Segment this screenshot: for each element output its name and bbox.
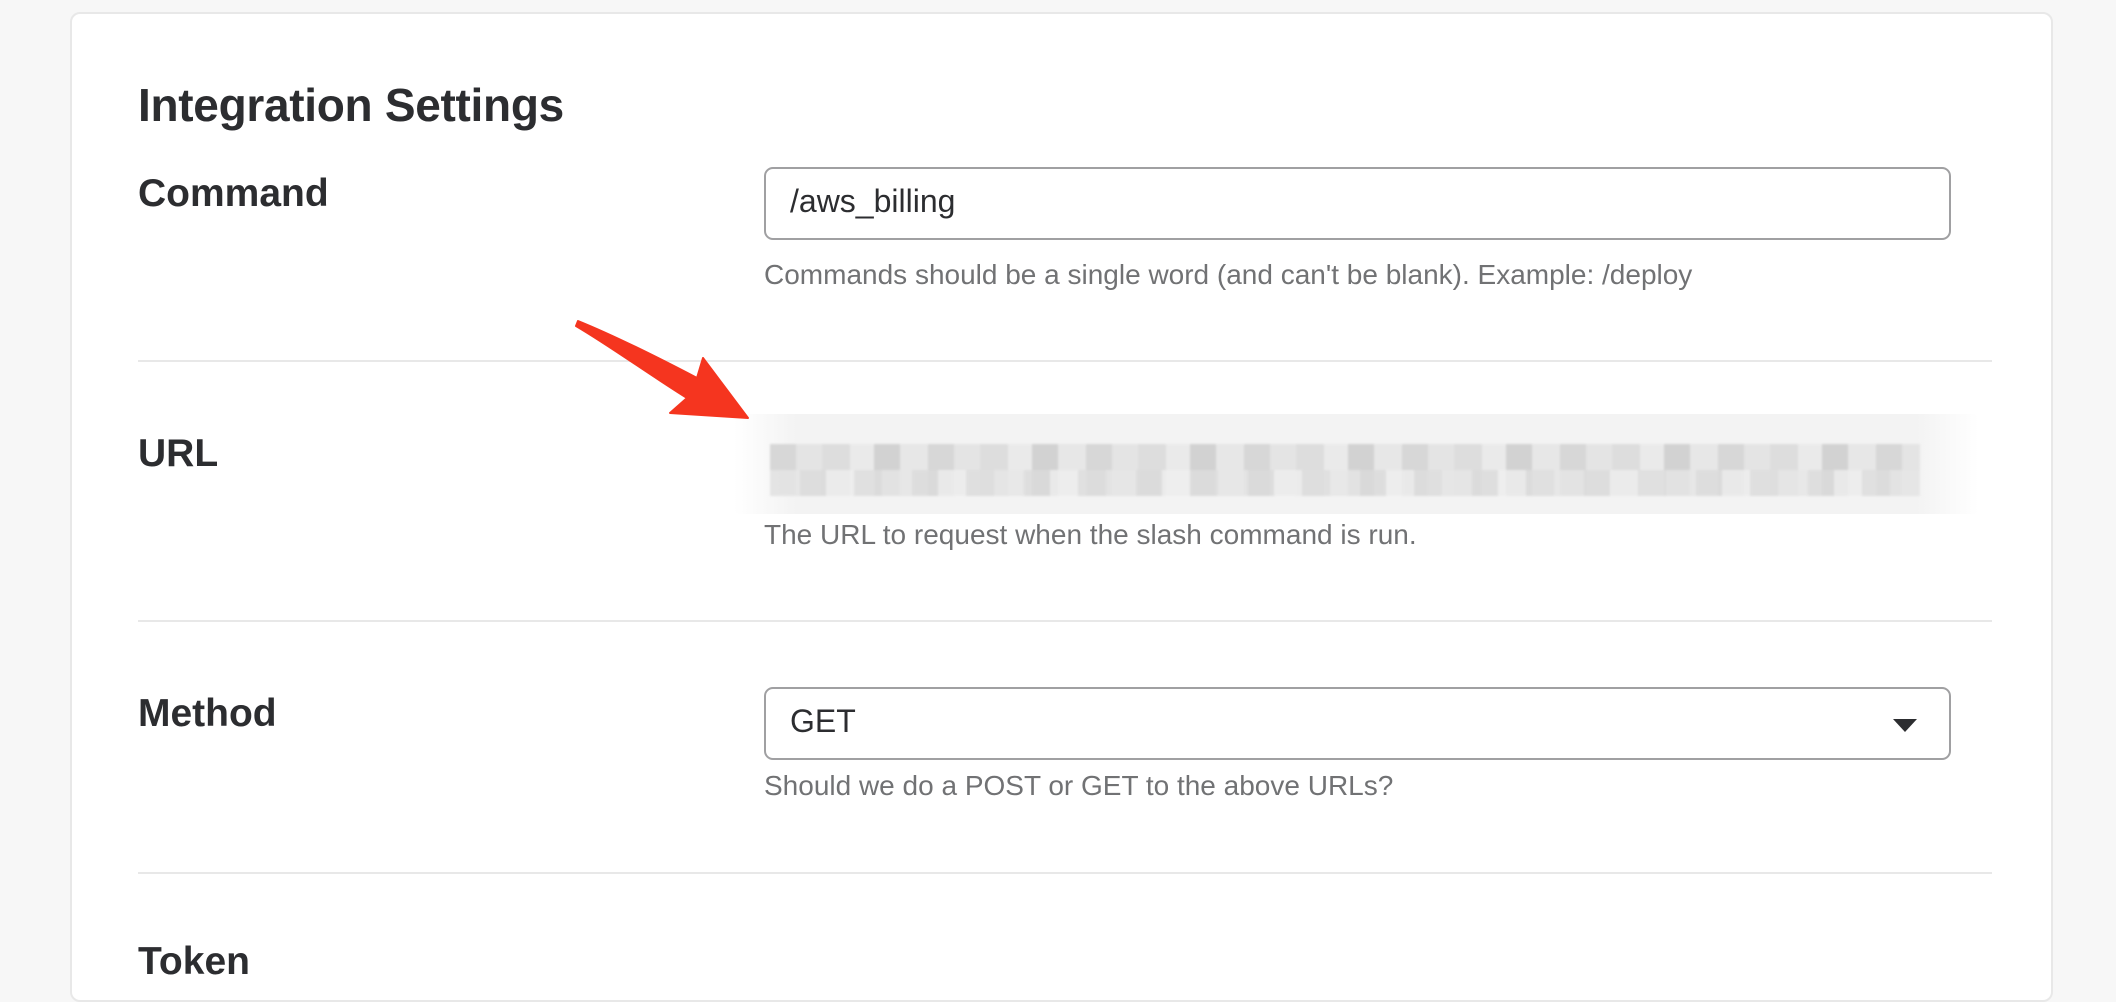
command-input[interactable]: /aws_billing (764, 167, 1951, 240)
command-help-text: Commands should be a single word (and ca… (764, 259, 1693, 290)
url-help-text: The URL to request when the slash comman… (764, 519, 1417, 550)
method-label: Method (138, 692, 277, 735)
method-select-value: GET (790, 703, 856, 739)
token-label: Token (138, 940, 250, 983)
redacted-url-value (770, 444, 1920, 496)
command-input-value: /aws_billing (790, 183, 956, 219)
divider (138, 872, 1992, 874)
page-title: Integration Settings (138, 79, 564, 131)
method-select[interactable]: GET (764, 687, 1951, 760)
divider (138, 360, 1992, 362)
command-label: Command (138, 172, 329, 215)
url-label: URL (138, 432, 219, 475)
red-arrow-pointer-icon (575, 320, 749, 419)
method-help-text: Should we do a POST or GET to the above … (764, 770, 1394, 801)
settings-card: Integration Settings Command /aws_billin… (70, 12, 2053, 1002)
caret-down-icon (1893, 719, 1917, 732)
url-input-redacted[interactable] (734, 414, 1979, 514)
divider (138, 620, 1992, 622)
